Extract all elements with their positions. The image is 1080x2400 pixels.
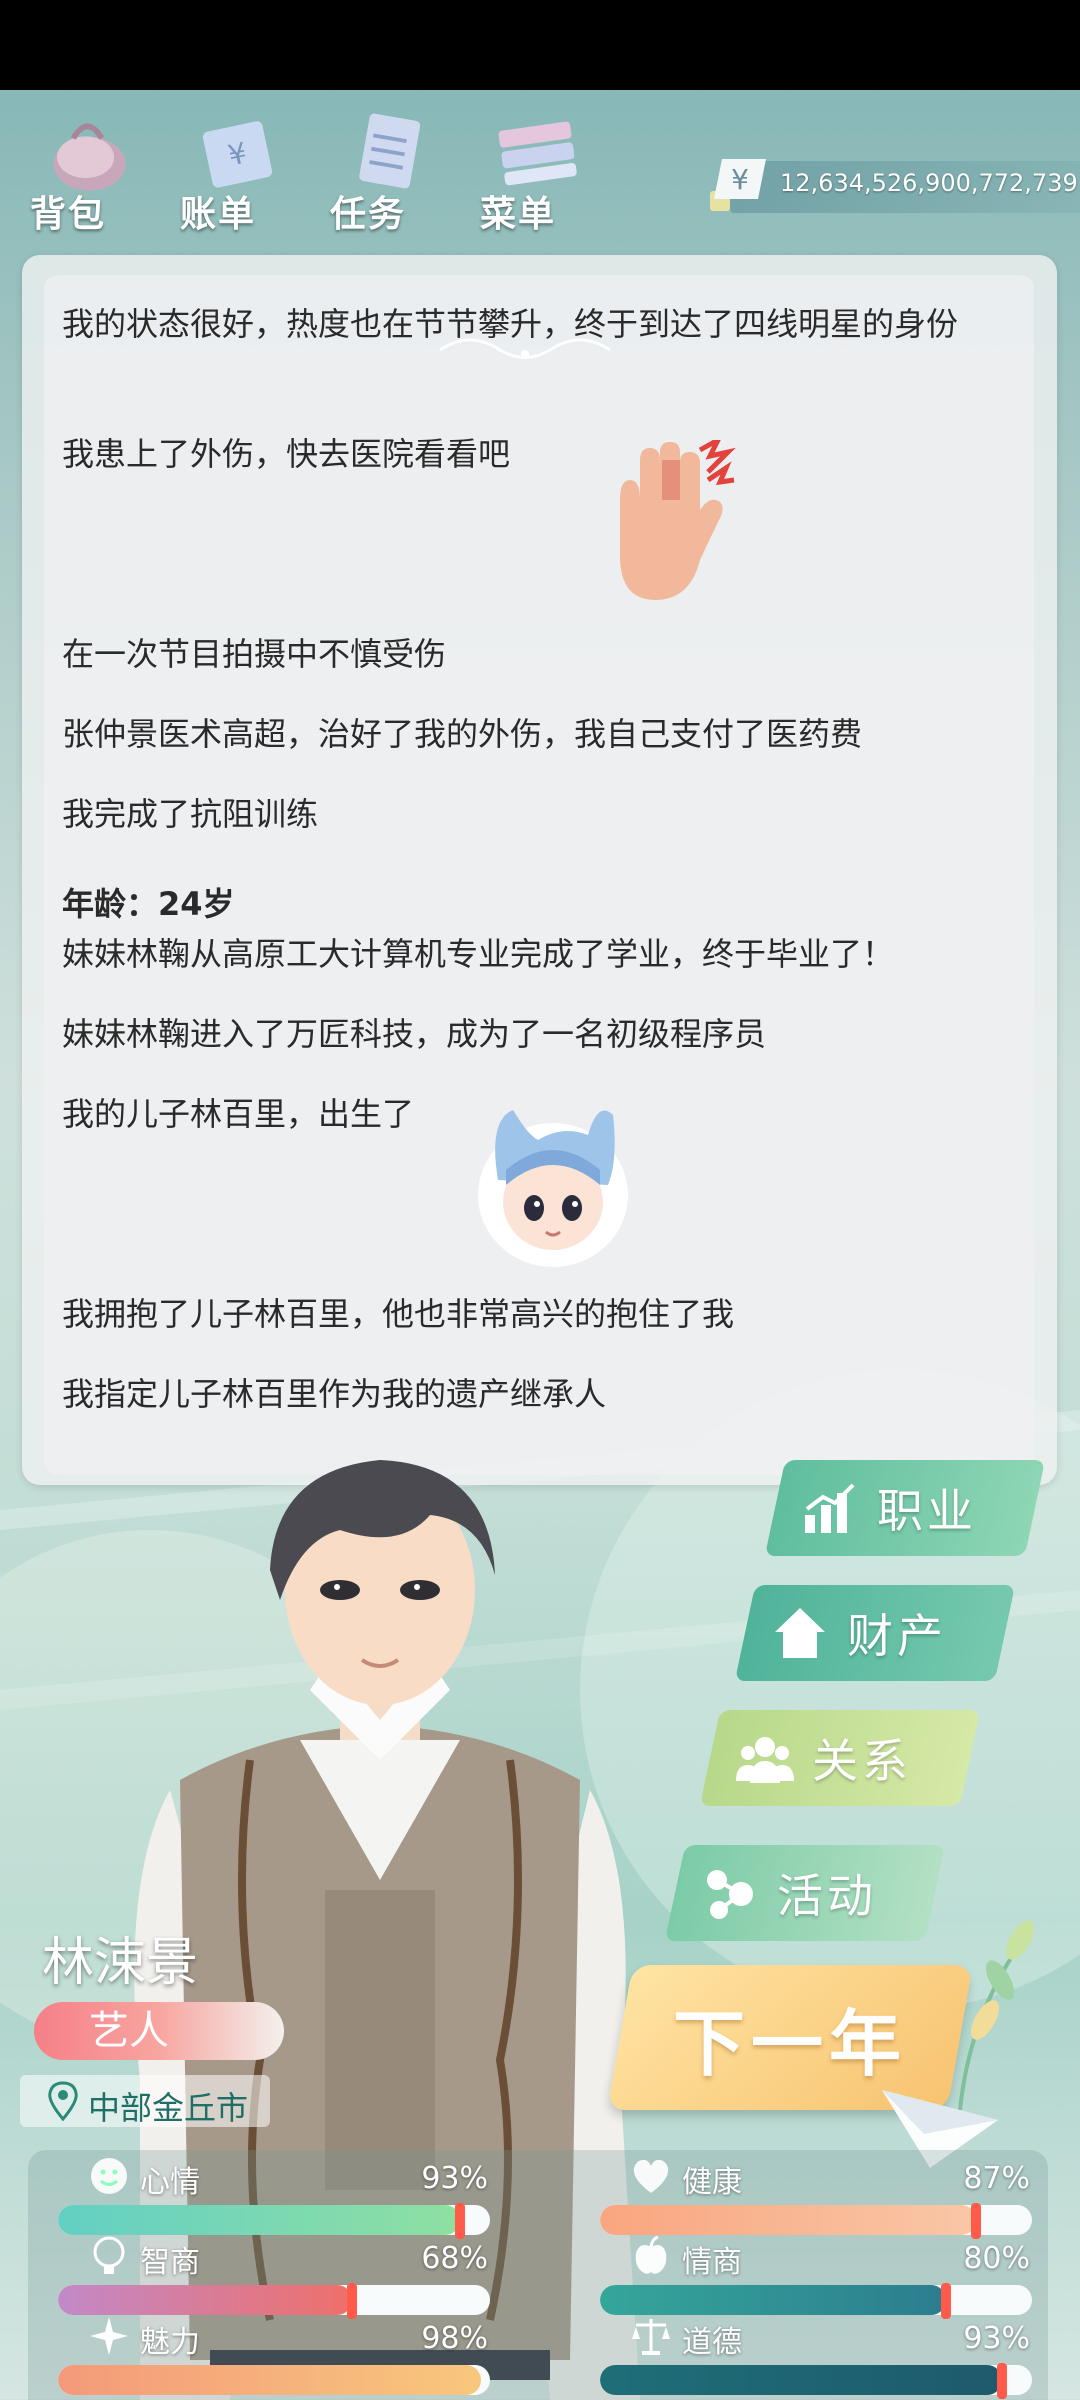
stat-bar-track (600, 2365, 1032, 2395)
stat-bar-marker (454, 2203, 465, 2239)
stat-bar-fill (58, 2205, 460, 2235)
stat-bar-track (600, 2205, 1032, 2235)
log-age-header: 年龄：24岁 (62, 885, 235, 923)
yen-icon: ¥ (710, 159, 766, 211)
log-line: 在一次节目拍摄中不慎受伤 (62, 635, 447, 673)
stat-bar-marker (940, 2283, 951, 2319)
stat-bar-marker (996, 2363, 1007, 2399)
log-line: 妹妹林鞠从高原工大计算机专业完成了学业，终于毕业了！ (62, 935, 895, 973)
activity-label: 活动 (777, 1869, 877, 1923)
stat-brain: 智商 68% (58, 2235, 498, 2319)
job-label: 艺人 (89, 2008, 169, 2054)
stat-bar-fill (600, 2365, 1002, 2395)
job-badge: 艺人 (34, 2002, 284, 2060)
brain-icon (93, 2236, 125, 2274)
location-badge: 中部金丘市 (20, 2075, 270, 2127)
stat-smile: 心情 93% (58, 2155, 498, 2239)
stat-heart: 健康 87% (600, 2155, 1040, 2239)
stat-bar-fill (58, 2365, 482, 2395)
log-line: 我拥抱了儿子林百里，他也非常高兴的抱住了我 (62, 1295, 735, 1333)
stat-value: 80% (963, 2241, 1030, 2276)
log-line: 我完成了抗阻训练 (62, 795, 319, 833)
sparkle-icon (90, 2317, 128, 2355)
money-value: 12,634,526,900,772,739 (780, 169, 1078, 197)
character-name: 林涑景 (42, 1933, 199, 1993)
location-label: 中部金丘市 (88, 2089, 249, 2127)
stat-scale: 道德 93% (600, 2315, 1040, 2399)
nav-bag[interactable]: 背包 (20, 95, 150, 245)
heart-icon (633, 2159, 669, 2193)
assets-button[interactable]: 财产 (734, 1585, 1016, 1681)
nav-bill[interactable]: ¥ 账单 (170, 95, 300, 245)
nav-menu-label: 菜单 (480, 194, 557, 235)
nav-bag-label: 背包 (30, 194, 107, 235)
stat-bar-track (600, 2285, 1032, 2315)
apple-icon (635, 2235, 667, 2274)
stat-value: 87% (963, 2161, 1030, 2196)
house-icon (775, 1608, 825, 1658)
stat-bar-track (58, 2285, 490, 2315)
stat-label: 心情 (140, 2165, 200, 2200)
location-pin-icon (48, 2081, 78, 2121)
scale-icon (632, 2319, 670, 2355)
stat-value: 98% (421, 2321, 488, 2356)
relations-button[interactable]: 关系 (699, 1710, 981, 1806)
people-icon (736, 1737, 794, 1783)
baby-avatar-icon (478, 1110, 628, 1267)
log-line: 我患上了外伤，快去医院看看吧 (62, 435, 511, 473)
nav-bill-label: 账单 (180, 194, 257, 235)
stat-bar-track (58, 2205, 490, 2235)
smile-icon (91, 2158, 127, 2194)
log-line: 妹妹林鞠进入了万匠科技，成为了一名初级程序员 (62, 1015, 767, 1053)
molecule-icon (707, 1870, 753, 1919)
top-nav: 背包 ¥ 账单 任务 菜单 ¥ 12,634,526,900,772,739 (0, 95, 1080, 245)
log-line: 我指定儿子林百里作为我的遗产继承人 (62, 1375, 607, 1413)
nav-task[interactable]: 任务 (320, 95, 450, 245)
stat-label: 魅力 (140, 2325, 200, 2360)
stat-bar-marker (346, 2283, 357, 2319)
stat-bar-fill (600, 2285, 946, 2315)
log-line: 我的状态很好，热度也在节节攀升，终于到达了四线明星的身份 (62, 305, 959, 343)
stat-sparkle: 魅力 98% (58, 2315, 498, 2395)
stat-value: 93% (421, 2161, 488, 2196)
nav-task-label: 任务 (330, 194, 407, 235)
stat-bar-fill (58, 2285, 352, 2315)
assets-label: 财产 (847, 1609, 947, 1663)
stat-value: 68% (421, 2241, 488, 2276)
career-chart-icon (805, 1483, 855, 1533)
relations-label: 关系 (812, 1734, 912, 1788)
nav-menu[interactable]: 菜单 (470, 95, 600, 245)
stat-value: 93% (963, 2321, 1030, 2356)
stat-label: 道德 (682, 2325, 742, 2360)
injured-hand-icon (620, 440, 736, 600)
stat-label: 智商 (140, 2245, 200, 2280)
stat-apple: 情商 80% (600, 2235, 1040, 2319)
money-display: ¥ 12,634,526,900,772,739 (690, 155, 1080, 219)
stat-label: 情商 (682, 2245, 742, 2280)
log-line: 张仲景医术高超，治好了我的外伤，我自己支付了医药费 (62, 715, 863, 753)
svg-text:¥: ¥ (731, 163, 749, 196)
career-label: 职业 (877, 1484, 977, 1538)
career-button[interactable]: 职业 (764, 1460, 1046, 1556)
stat-bar-track (58, 2365, 490, 2395)
stat-bar-marker (970, 2203, 981, 2239)
stat-label: 健康 (682, 2165, 742, 2200)
stat-bar-fill (600, 2205, 976, 2235)
status-bar (0, 0, 1080, 90)
